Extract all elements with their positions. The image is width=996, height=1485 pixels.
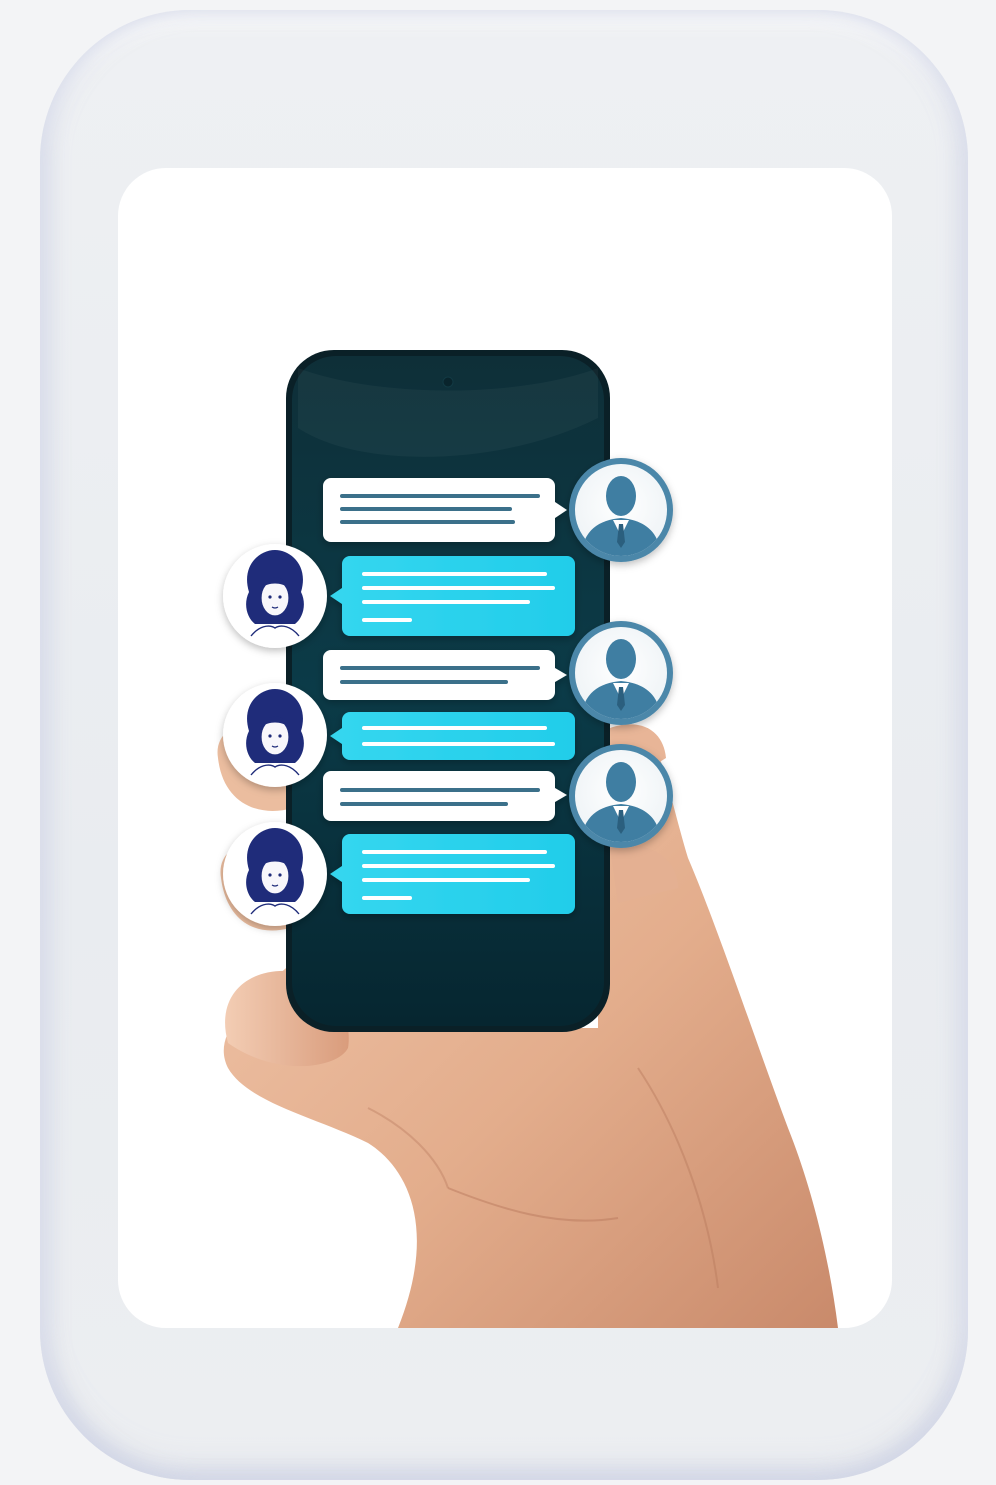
female-avatar-icon (223, 822, 327, 926)
chat-bubble-outgoing (330, 556, 575, 636)
male-avatar-icon (569, 458, 673, 562)
male-avatar-icon (569, 744, 673, 848)
male-avatar-icon (569, 621, 673, 725)
chat-bubble-incoming (323, 771, 567, 821)
female-avatar-icon (223, 544, 327, 648)
chat-bubble-outgoing (330, 834, 575, 914)
chat-bubble-incoming (323, 478, 567, 542)
page (0, 0, 996, 1485)
image-card (118, 168, 892, 1328)
chat-bubble-outgoing (330, 712, 575, 760)
chat-bubble-incoming (323, 650, 567, 700)
chat-phone-illustration (217, 350, 839, 1328)
female-avatar-icon (223, 683, 327, 787)
